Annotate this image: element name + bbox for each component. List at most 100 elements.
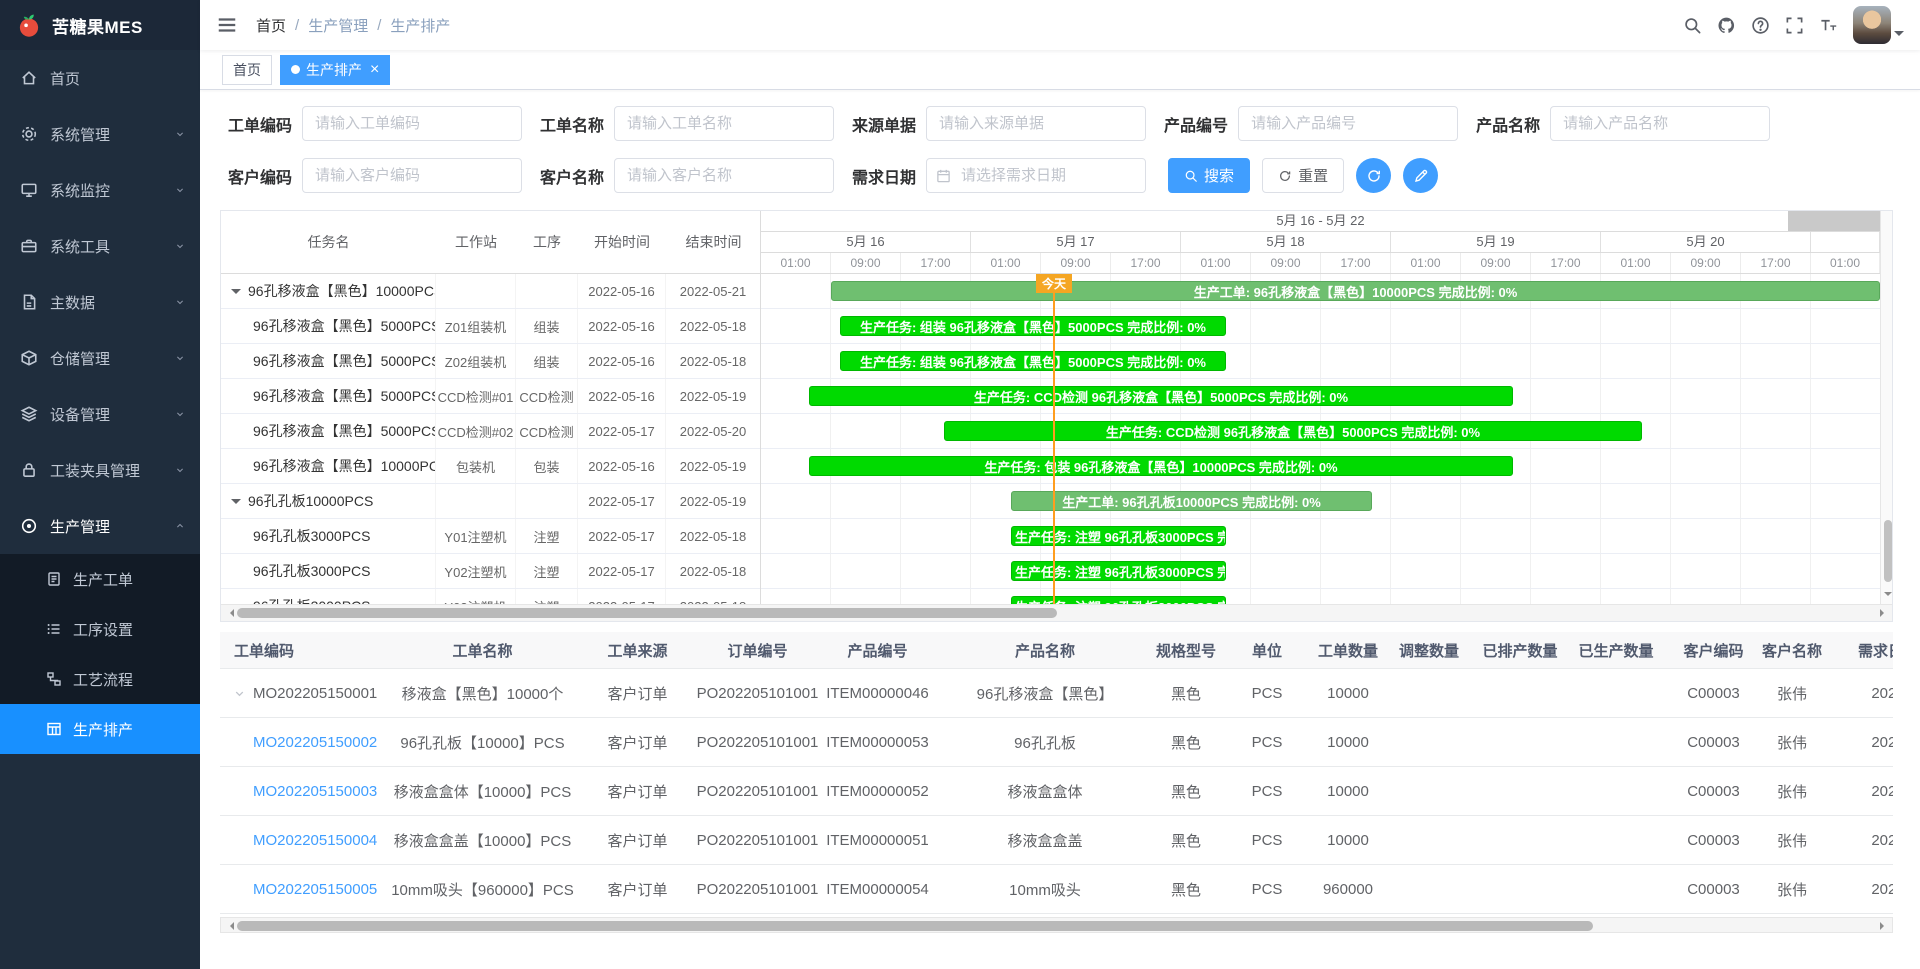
reset-button[interactable]: 重置: [1262, 158, 1344, 193]
horizontal-scrollbar-thumb[interactable]: [237, 921, 1593, 931]
input-wrap-due-date: [926, 158, 1146, 193]
gantt-task-row[interactable]: 96孔孔板3000PCSY01注塑机注塑2022-05-172022-05-18: [221, 519, 760, 554]
gantt-task-row[interactable]: 96孔移液盒【黑色】5000PCSCCD检测#02CCD检测2022-05-17…: [221, 414, 760, 449]
monitor-icon: [20, 181, 38, 199]
sidebar-subitem-scheduling[interactable]: 生产排产: [0, 704, 200, 754]
gantt-bar[interactable]: 生产任务: 组装 96孔移液盒【黑色】5000PCS 完成比例: 0%: [840, 351, 1226, 371]
filter-row-2: 客户编码客户名称需求日期搜索重置: [228, 158, 1893, 193]
table-row[interactable]: MO202205150001移液盒【黑色】10000个客户订单PO2022051…: [220, 669, 1893, 718]
orders-cell-unit: PCS: [1217, 734, 1317, 751]
expand-arrow-icon[interactable]: [232, 686, 247, 701]
filter-customer-name: 客户名称: [540, 158, 834, 193]
sidebar-item-system-monitor[interactable]: 系统监控: [0, 162, 200, 218]
breadcrumb-item[interactable]: 生产管理: [308, 15, 368, 36]
orders-column-header: 工单数量: [1317, 640, 1379, 661]
scroll-left-arrow-icon[interactable]: [221, 605, 238, 621]
chevron-down-icon: [174, 408, 186, 420]
task-name: 96孔移液盒【黑色】5000PCS: [253, 351, 436, 371]
refresh-icon: [1278, 169, 1292, 183]
scroll-right-arrow-icon[interactable]: [1875, 605, 1892, 621]
order-code-link[interactable]: MO202205150002: [253, 734, 377, 751]
gantt-task-row[interactable]: 96孔孔板3000PCSY02注塑机注塑2022-05-172022-05-18: [221, 554, 760, 589]
github-icon[interactable]: [1709, 8, 1743, 42]
table-row[interactable]: MO20220515000296孔孔板【10000】PCS客户订单PO20220…: [220, 718, 1893, 767]
due-date-input[interactable]: [926, 158, 1146, 193]
work-order-name-input[interactable]: [614, 106, 834, 141]
scroll-left-arrow-icon[interactable]: [221, 918, 238, 934]
sidebar-subitem-process-flow[interactable]: 工艺流程: [0, 654, 200, 704]
orders-cell-product_no: ITEM00000051: [820, 832, 935, 849]
gantt-horizontal-scrollbar[interactable]: [221, 604, 1892, 621]
gantt-bar[interactable]: 生产任务: 注塑 96孔孔板3000PCS 完成比例: 0%: [1011, 526, 1226, 546]
tab-scheduling[interactable]: 生产排产×: [280, 55, 390, 85]
fullscreen-icon[interactable]: [1777, 8, 1811, 42]
gantt-task-row[interactable]: 96孔孔板10000PCS2022-05-172022-05-19: [221, 484, 760, 519]
tab-close-icon[interactable]: ×: [370, 62, 379, 78]
search-icon[interactable]: [1675, 8, 1709, 42]
timeline-time-label: 17:00: [1321, 253, 1391, 273]
gantt-task-row[interactable]: 96孔移液盒【黑色】10000PCS2022-05-162022-05-21: [221, 274, 760, 309]
customer-name-input[interactable]: [614, 158, 834, 193]
sidebar-item-equipment-mgmt[interactable]: 设备管理: [0, 386, 200, 442]
order-code-link[interactable]: MO202205150004: [253, 832, 377, 849]
breadcrumb-item[interactable]: 首页: [256, 15, 286, 36]
user-menu[interactable]: [1853, 6, 1904, 44]
vertical-scrollbar-thumb[interactable]: [1884, 520, 1892, 582]
scroll-right-arrow-icon[interactable]: [1875, 918, 1892, 934]
sidebar-item-master-data[interactable]: 主数据: [0, 274, 200, 330]
collapse-arrow-icon[interactable]: [231, 289, 241, 299]
refresh-button[interactable]: [1356, 158, 1391, 193]
gantt-task-row[interactable]: 96孔移液盒【黑色】5000PCSZ02组装机组装2022-05-162022-…: [221, 344, 760, 379]
source-doc-input[interactable]: [926, 106, 1146, 141]
customer-code-input[interactable]: [302, 158, 522, 193]
orders-horizontal-scrollbar[interactable]: [220, 917, 1893, 933]
gantt-cell-process: 组装: [516, 309, 578, 343]
table-row[interactable]: MO20220515000510mm吸头【960000】PCS客户订单PO202…: [220, 865, 1893, 914]
gantt-grid-header: 任务名工作站工序开始时间结束时间: [221, 211, 760, 274]
gantt-timeline-row: 生产工单: 96孔孔板10000PCS 完成比例: 0%: [761, 484, 1880, 519]
gantt-task-row[interactable]: 96孔移液盒【黑色】5000PCSCCD检测#01CCD检测2022-05-16…: [221, 379, 760, 414]
gantt-bar[interactable]: 生产工单: 96孔孔板10000PCS 完成比例: 0%: [1011, 491, 1372, 511]
font-size-icon[interactable]: [1811, 8, 1845, 42]
orders-cell-customer_name: 张伟: [1756, 830, 1828, 851]
order-code-link[interactable]: MO202205150005: [253, 881, 377, 898]
gantt-cell-task: 96孔孔板3000PCS: [221, 589, 436, 604]
search-button[interactable]: 搜索: [1168, 158, 1250, 193]
edit-button[interactable]: [1403, 158, 1438, 193]
app-logo[interactable]: 苦糖果MES: [0, 0, 200, 50]
timeline-day-label: 5月 16: [761, 232, 971, 252]
help-icon[interactable]: [1743, 8, 1777, 42]
gantt-bar[interactable]: 生产任务: CCD检测 96孔移液盒【黑色】5000PCS 完成比例: 0%: [809, 386, 1513, 406]
table-row[interactable]: MO202205150004移液盒盒盖【10000】PCS客户订单PO20220…: [220, 816, 1893, 865]
table-row[interactable]: MO202205150003移液盒盒体【10000】PCS客户订单PO20220…: [220, 767, 1893, 816]
gantt-bar[interactable]: 生产任务: 注塑 96孔孔板3000PCS 完成比例: 0%: [1011, 561, 1226, 581]
gantt-bar[interactable]: 生产任务: 包装 96孔移液盒【黑色】10000PCS 完成比例: 0%: [809, 456, 1513, 476]
scroll-down-arrow-icon[interactable]: [1884, 592, 1892, 600]
orders-cell-customer_code: C00003: [1671, 685, 1756, 702]
tab-home[interactable]: 首页: [222, 55, 272, 85]
sidebar-item-fixture-mgmt[interactable]: 工装夹具管理: [0, 442, 200, 498]
gantt-task-row[interactable]: 96孔移液盒【黑色】10000PCS包装机包装2022-05-162022-05…: [221, 449, 760, 484]
order-code-link[interactable]: MO202205150003: [253, 783, 377, 800]
sidebar-subitem-process-setting[interactable]: 工序设置: [0, 604, 200, 654]
sidebar-item-home[interactable]: 首页: [0, 50, 200, 106]
gantt-task-row[interactable]: 96孔移液盒【黑色】5000PCSZ01组装机组装2022-05-162022-…: [221, 309, 760, 344]
menu-toggle-icon[interactable]: [216, 14, 238, 36]
gantt-bar[interactable]: 生产任务: 组装 96孔移液盒【黑色】5000PCS 完成比例: 0%: [840, 316, 1226, 336]
product-no-input[interactable]: [1238, 106, 1458, 141]
sidebar-item-system-tools[interactable]: 系统工具: [0, 218, 200, 274]
sidebar-item-system-mgmt[interactable]: 系统管理: [0, 106, 200, 162]
gantt-bar[interactable]: 生产工单: 96孔移液盒【黑色】10000PCS 完成比例: 0%: [831, 281, 1880, 301]
work-order-code-input[interactable]: [302, 106, 522, 141]
sidebar-item-production-mgmt[interactable]: 生产管理: [0, 498, 200, 554]
gantt-vertical-scrollbar[interactable]: [1880, 211, 1893, 604]
gantt-bar[interactable]: 生产任务: 注塑 96孔孔板3000PCS 完成比例: 0%: [1011, 596, 1226, 604]
sidebar-item-warehouse-mgmt[interactable]: 仓储管理: [0, 330, 200, 386]
sidebar-subitem-work-order[interactable]: 生产工单: [0, 554, 200, 604]
gantt-bar[interactable]: 生产任务: CCD检测 96孔移液盒【黑色】5000PCS 完成比例: 0%: [944, 421, 1642, 441]
gantt-task-row[interactable]: 96孔孔板3000PCSY03注塑机注塑2022-05-172022-05-18: [221, 589, 760, 604]
product-name-input[interactable]: [1550, 106, 1770, 141]
sidebar-item-label: 工装夹具管理: [50, 460, 140, 481]
collapse-arrow-icon[interactable]: [231, 499, 241, 509]
horizontal-scrollbar-thumb[interactable]: [237, 608, 1057, 618]
